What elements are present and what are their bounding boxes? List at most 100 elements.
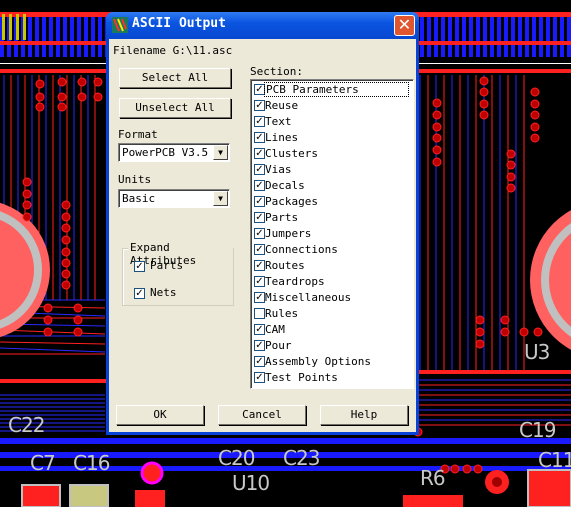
unselect-all-button[interactable]: Unselect All bbox=[119, 98, 231, 118]
section-item[interactable]: ✓ Miscellaneous bbox=[253, 290, 409, 306]
close-icon: ✕ bbox=[397, 15, 412, 34]
connector-finger bbox=[91, 17, 95, 57]
connector-finger bbox=[546, 17, 550, 57]
section-checkbox[interactable]: ✓ bbox=[254, 84, 265, 95]
filename-label: Filename G:\11.asc bbox=[113, 44, 233, 57]
section-checkbox[interactable]: ✓ bbox=[254, 100, 265, 111]
section-checkbox[interactable]: ✓ bbox=[254, 164, 265, 175]
section-item[interactable]: ✓ Text bbox=[253, 114, 409, 130]
via-pad bbox=[35, 92, 45, 102]
via-pad bbox=[506, 183, 516, 193]
nets-label[interactable]: Nets bbox=[150, 286, 177, 299]
title-bar[interactable]: ASCII Output ✕ bbox=[106, 12, 419, 39]
section-checkbox[interactable]: ✓ bbox=[254, 324, 265, 335]
section-checkbox[interactable]: ✓ bbox=[254, 372, 265, 383]
via-pad bbox=[506, 160, 516, 170]
section-item[interactable]: ✓ Routes bbox=[253, 258, 409, 274]
section-item[interactable]: ✓ Reuse bbox=[253, 98, 409, 114]
section-label: Test Points bbox=[265, 371, 338, 384]
units-select[interactable]: Basic ▼ bbox=[118, 189, 230, 208]
parts-checkbox[interactable]: ✓ bbox=[134, 261, 145, 272]
section-label: PCB Parameters bbox=[264, 82, 409, 97]
section-item[interactable]: ✓ Assembly Options bbox=[253, 354, 409, 370]
section-checkbox[interactable]: ✓ bbox=[254, 276, 265, 287]
section-label: Text bbox=[265, 115, 292, 128]
section-checkbox[interactable]: ✓ bbox=[254, 244, 265, 255]
via-pad bbox=[22, 212, 32, 222]
section-item[interactable]: ✓ Vias bbox=[253, 162, 409, 178]
section-item[interactable]: Rules bbox=[253, 306, 409, 322]
connector-finger bbox=[455, 17, 459, 57]
section-checkbox[interactable]: ✓ bbox=[254, 340, 265, 351]
via-pad bbox=[61, 200, 71, 210]
via-pad bbox=[61, 247, 71, 257]
section-label: Packages bbox=[265, 195, 318, 208]
section-item[interactable]: ✓ Teardrops bbox=[253, 274, 409, 290]
format-select[interactable]: PowerPCB V3.5 ▼ bbox=[118, 143, 230, 162]
parts-label[interactable]: Parts bbox=[150, 259, 183, 272]
section-checkbox[interactable]: ✓ bbox=[254, 148, 265, 159]
section-item[interactable]: ✓ Clusters bbox=[253, 146, 409, 162]
connector-finger bbox=[420, 17, 424, 57]
section-checkbox[interactable]: ✓ bbox=[254, 196, 265, 207]
help-button[interactable]: Help bbox=[320, 405, 408, 425]
section-item[interactable]: ✓ Parts bbox=[253, 210, 409, 226]
format-value: PowerPCB V3.5 bbox=[122, 146, 209, 159]
section-label: Decals bbox=[265, 179, 305, 192]
nets-checkbox[interactable]: ✓ bbox=[134, 288, 145, 299]
sections-listbox[interactable]: ✓ PCB Parameters ✓ Reuse ✓ Text ✓ Lines ✓ Cluster… bbox=[250, 79, 414, 389]
section-label: Rules bbox=[265, 307, 299, 320]
via-pad bbox=[432, 157, 442, 167]
connector-finger bbox=[434, 17, 438, 57]
connector-finger bbox=[532, 17, 536, 57]
section-label: Routes bbox=[265, 259, 305, 272]
via-pad bbox=[43, 315, 53, 325]
via-pad bbox=[530, 99, 540, 109]
via-pad bbox=[475, 339, 485, 349]
section-item[interactable]: ✓ CAM bbox=[253, 322, 409, 338]
connector-finger bbox=[511, 17, 515, 57]
chevron-down-icon[interactable]: ▼ bbox=[213, 191, 228, 206]
section-checkbox[interactable]: ✓ bbox=[254, 116, 265, 127]
section-item[interactable]: ✓ Test Points bbox=[253, 370, 409, 386]
connector-finger bbox=[35, 17, 39, 57]
section-label: Clusters bbox=[265, 147, 318, 160]
section-checkbox[interactable]: ✓ bbox=[254, 212, 265, 223]
section-checkbox[interactable]: ✓ bbox=[254, 292, 265, 303]
section-item[interactable]: ✓ Decals bbox=[253, 178, 409, 194]
connector-finger bbox=[427, 17, 431, 57]
cancel-button[interactable]: Cancel bbox=[218, 405, 306, 425]
section-checkbox[interactable]: ✓ bbox=[254, 356, 265, 367]
section-checkbox[interactable]: ✓ bbox=[254, 228, 265, 239]
via-pad bbox=[450, 464, 460, 474]
via-pad bbox=[93, 77, 103, 87]
ok-button[interactable]: OK bbox=[116, 405, 204, 425]
section-checkbox[interactable]: ✓ bbox=[254, 260, 265, 271]
section-item[interactable]: ✓ Packages bbox=[253, 194, 409, 210]
app-icon bbox=[112, 17, 128, 33]
connector-finger bbox=[70, 17, 74, 57]
section-checkbox[interactable]: ✓ bbox=[254, 132, 265, 143]
via-pad bbox=[61, 280, 71, 290]
section-item[interactable]: ✓ Connections bbox=[253, 242, 409, 258]
units-label: Units bbox=[118, 173, 152, 186]
select-all-button[interactable]: Select All bbox=[119, 68, 231, 88]
via-pad bbox=[533, 327, 543, 337]
section-checkbox[interactable]: ✓ bbox=[254, 180, 265, 191]
via-pad bbox=[530, 133, 540, 143]
connector-finger bbox=[518, 17, 522, 57]
section-item[interactable]: ✓ Lines bbox=[253, 130, 409, 146]
connector-finger bbox=[63, 17, 67, 57]
via-pad bbox=[61, 258, 71, 268]
via-pad bbox=[35, 102, 45, 112]
section-item[interactable]: ✓ PCB Parameters bbox=[253, 82, 409, 98]
section-checkbox[interactable] bbox=[254, 308, 265, 319]
silk-label-c22: C22 bbox=[8, 413, 45, 437]
ascii-output-dialog: ASCII Output ✕ Filename G:\11.asc Select… bbox=[106, 12, 419, 435]
via-pad bbox=[43, 303, 53, 313]
chevron-down-icon[interactable]: ▼ bbox=[213, 145, 228, 160]
connector-finger bbox=[525, 17, 529, 57]
section-item[interactable]: ✓ Pour bbox=[253, 338, 409, 354]
close-button[interactable]: ✕ bbox=[394, 15, 415, 36]
section-item[interactable]: ✓ Jumpers bbox=[253, 226, 409, 242]
